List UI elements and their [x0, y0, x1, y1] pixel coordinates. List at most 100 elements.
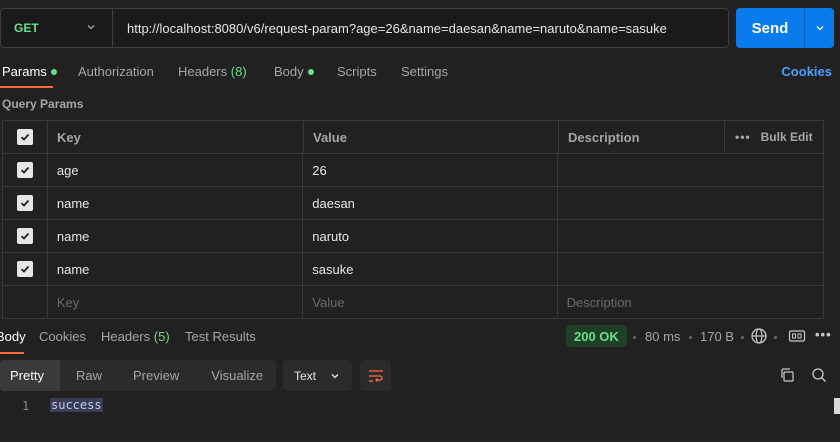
- separator-dot: [741, 336, 744, 339]
- save-response-icon[interactable]: [788, 327, 806, 345]
- param-key[interactable]: name: [48, 220, 304, 252]
- tab-params[interactable]: Params: [2, 64, 57, 79]
- chevron-down-icon: [331, 373, 339, 378]
- active-tab-underline: [0, 86, 53, 88]
- copy-icon[interactable]: [779, 367, 795, 383]
- tab-scripts[interactable]: Scripts: [337, 64, 377, 79]
- header-description: Description: [559, 121, 725, 153]
- header-value: Value: [304, 121, 559, 153]
- tab-body[interactable]: Body: [274, 64, 314, 79]
- tab-test-results[interactable]: Test Results: [185, 329, 256, 344]
- response-headers-count: (5): [153, 329, 170, 344]
- format-tabs: Pretty Raw Preview Visualize: [0, 360, 276, 391]
- format-visualize[interactable]: Visualize: [179, 360, 263, 391]
- new-value-input[interactable]: Value: [303, 286, 558, 318]
- header-key: Key: [48, 121, 304, 153]
- row-checkbox-cell: [3, 187, 48, 219]
- row-checkbox-cell: [3, 253, 48, 285]
- tab-response-body[interactable]: Body: [0, 329, 26, 344]
- select-all-checkbox[interactable]: [17, 129, 33, 145]
- status-badge[interactable]: 200 OK: [566, 325, 627, 347]
- query-params-table: Key Value Description ••• Bulk Edit age …: [2, 120, 824, 319]
- tab-headers-label: Headers: [178, 64, 228, 79]
- tab-body-label: Body: [274, 64, 304, 79]
- tab-response-headers-label: Headers: [101, 329, 151, 344]
- more-options-icon[interactable]: •••: [815, 327, 832, 342]
- tab-response-cookies[interactable]: Cookies: [39, 329, 86, 344]
- param-key[interactable]: name: [48, 187, 304, 219]
- code-line[interactable]: success: [50, 398, 103, 412]
- check-icon: [20, 232, 30, 240]
- empty-checkbox-cell: [3, 286, 48, 318]
- chevron-down-icon: [816, 26, 823, 31]
- send-button[interactable]: Send: [736, 8, 834, 48]
- wrap-lines-button[interactable]: [360, 360, 391, 391]
- response-body-editor[interactable]: 1 success: [0, 396, 840, 442]
- tab-response-headers[interactable]: Headers (5): [101, 329, 170, 344]
- param-value[interactable]: sasuke: [303, 253, 558, 285]
- tab-settings[interactable]: Settings: [401, 64, 448, 79]
- more-icon: •••: [735, 130, 751, 144]
- param-value[interactable]: daesan: [303, 187, 558, 219]
- bulk-edit-label: Bulk Edit: [760, 130, 813, 144]
- table-header-row: Key Value Description ••• Bulk Edit: [3, 121, 823, 154]
- wrap-icon: [368, 369, 383, 382]
- row-checkbox[interactable]: [16, 162, 33, 178]
- line-number: 1: [22, 399, 30, 413]
- select-all-cell: [3, 121, 48, 153]
- separator-dot: [774, 336, 777, 339]
- param-value[interactable]: naruto: [303, 220, 558, 252]
- search-icon[interactable]: [811, 367, 827, 383]
- new-description-input[interactable]: Description: [558, 286, 823, 318]
- row-checkbox[interactable]: [16, 228, 33, 244]
- param-value[interactable]: 26: [303, 154, 558, 186]
- table-row: age 26: [3, 154, 823, 187]
- response-time[interactable]: 80 ms: [645, 329, 680, 344]
- params-indicator-dot: [50, 68, 57, 75]
- param-description[interactable]: [558, 187, 823, 219]
- format-type-label: Text: [294, 368, 317, 383]
- url-input[interactable]: [113, 9, 728, 47]
- method-label: GET: [14, 21, 39, 35]
- row-checkbox-cell: [3, 220, 48, 252]
- send-label: Send: [751, 19, 789, 37]
- separator-dot: [633, 336, 636, 339]
- format-preview[interactable]: Preview: [102, 360, 179, 391]
- send-options-button[interactable]: [804, 8, 834, 48]
- tab-authorization[interactable]: Authorization: [78, 64, 154, 79]
- param-description[interactable]: [558, 154, 823, 186]
- tab-params-label: Params: [2, 64, 47, 79]
- headers-count: (8): [230, 64, 247, 79]
- bulk-edit-button[interactable]: ••• Bulk Edit: [735, 130, 813, 144]
- query-params-title: Query Params: [2, 97, 84, 111]
- param-key[interactable]: age: [48, 154, 304, 186]
- new-key-input[interactable]: Key: [48, 286, 304, 318]
- row-checkbox-cell: [3, 154, 48, 186]
- tab-headers[interactable]: Headers (8): [178, 64, 247, 79]
- method-select[interactable]: GET: [1, 9, 113, 47]
- param-description[interactable]: [558, 220, 823, 252]
- scrollbar[interactable]: [834, 398, 840, 414]
- chevron-down-icon: [87, 25, 95, 30]
- request-tabs: Params Authorization Headers (8) Body Sc…: [0, 56, 840, 90]
- format-pretty[interactable]: Pretty: [0, 360, 60, 391]
- check-icon: [20, 265, 30, 273]
- response-size[interactable]: 170 B: [700, 329, 734, 344]
- active-response-tab-underline: [0, 352, 24, 354]
- row-checkbox[interactable]: [16, 195, 33, 211]
- bulk-edit-cell: ••• Bulk Edit: [725, 121, 823, 153]
- cookies-link[interactable]: Cookies: [781, 64, 832, 79]
- globe-icon[interactable]: [750, 327, 768, 345]
- row-checkbox[interactable]: [16, 261, 33, 277]
- body-indicator-dot: [307, 68, 314, 75]
- url-bar: GET: [0, 8, 729, 48]
- format-type-select[interactable]: Text: [283, 360, 352, 391]
- format-raw[interactable]: Raw: [60, 360, 102, 391]
- check-icon: [20, 133, 30, 141]
- param-description[interactable]: [558, 253, 823, 285]
- table-row: name naruto: [3, 220, 823, 253]
- table-row: name sasuke: [3, 253, 823, 286]
- table-row: name daesan: [3, 187, 823, 220]
- param-key[interactable]: name: [48, 253, 304, 285]
- response-bar: Body Cookies Headers (5) Test Results 20…: [0, 320, 840, 354]
